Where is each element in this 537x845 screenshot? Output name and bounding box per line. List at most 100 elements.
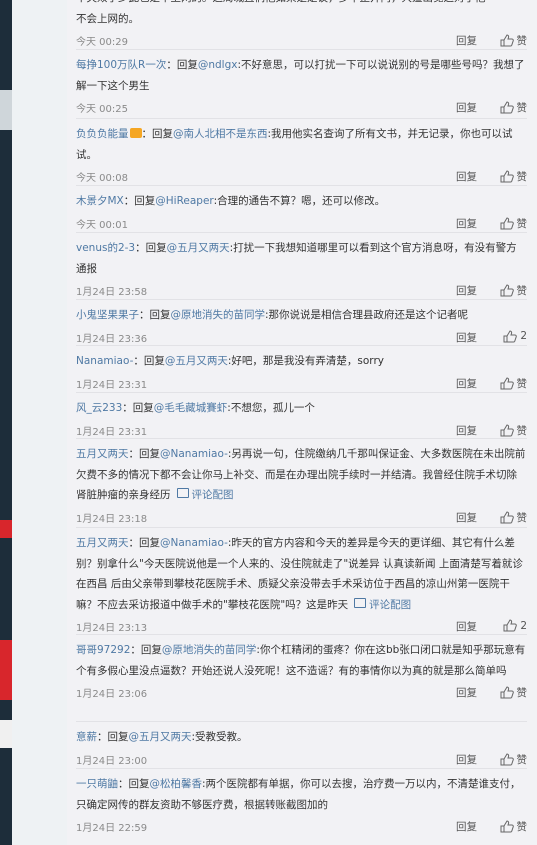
like-count: 赞: [516, 285, 528, 297]
comment-text: :好吧，那是我没有弄清楚，sorry: [227, 355, 384, 367]
reply-button[interactable]: 回复: [456, 510, 477, 525]
comment-body: venus的2-3：回复@五月又两天:打扰一下我想知道哪里可以看到这个官方消息呀…: [76, 242, 517, 275]
comment-divider: [76, 768, 527, 769]
comment-body: 每挣100万队R一次：回复@ndlgx:不好意思，可以打扰一下可以说说别的号是哪…: [76, 59, 525, 92]
comment-text: :不想您，孤儿一个: [227, 402, 315, 414]
comment-username[interactable]: 风_云233: [76, 402, 122, 414]
like-count: 2: [520, 619, 527, 632]
comment-divider: [76, 438, 527, 439]
comment-body: 五月又两天：回复@Nanamiao-:昨天的官方内容和今天的差异是今天的更详细、…: [76, 537, 523, 611]
comment-username[interactable]: 负负负能量: [76, 128, 129, 140]
comment-username[interactable]: Nanamiao-: [76, 355, 133, 367]
like-button[interactable]: 赞: [500, 169, 528, 184]
comment-body: 负负负能量 ：回复@南人北相不是东西:我用他实名查询了所有文书，并无记录，你也可以…: [76, 128, 513, 161]
image-icon: [176, 488, 189, 498]
reply-button[interactable]: 回复: [456, 33, 477, 48]
reply-button[interactable]: 回复: [456, 423, 477, 438]
comment-pic-link[interactable]: 评论配图: [176, 488, 234, 501]
comment-item: 风_云233：回复@毛毛藏城賽虾:不想您，孤儿一个 1月24日 23:31 回复…: [67, 398, 537, 439]
comment-item: 五月又两天：回复@Nanamiao-:另再说一句，住院缴纳几千那叫保证金、大多数…: [67, 444, 537, 526]
comment-mention[interactable]: @松柏馨香: [150, 778, 203, 790]
left-background: [0, 0, 67, 845]
comment-divider: [76, 392, 527, 393]
like-button[interactable]: 赞: [500, 423, 527, 438]
comment-body: 一只萌鼬：回复@松柏馨香:两个医院都有单据，你可以去搜，治疗费一万以内，不清楚谁…: [76, 778, 521, 811]
like-button[interactable]: 赞: [500, 216, 528, 231]
like-count: 赞: [516, 217, 528, 230]
thumbs-up-icon: [500, 423, 514, 436]
comment-item: 一只萌鼬：回复@松柏馨香:两个医院都有单据，你可以去搜，治疗费一万以内，不清楚谁…: [67, 774, 537, 835]
like-button[interactable]: 赞: [500, 100, 528, 115]
thumbs-up-icon: [500, 510, 514, 523]
comment-time: 1月24日 23:18: [76, 513, 148, 525]
comment-mention[interactable]: @Nanamiao-: [160, 537, 228, 549]
like-button[interactable]: 赞: [500, 510, 527, 525]
comment-item: 五月又两天：回复@Nanamiao-:昨天的官方内容和今天的差异是今天的更详细、…: [67, 533, 537, 635]
comment-username[interactable]: 哥哥97292: [76, 644, 130, 656]
comment-username[interactable]: 五月又两天: [76, 537, 129, 549]
comment-mention[interactable]: @原地消失的苗同学: [162, 644, 257, 656]
comment-divider: [76, 721, 527, 722]
comment-time: 今天 00:29: [76, 37, 128, 48]
comment-username[interactable]: 小鬼坚果果子: [76, 309, 139, 321]
comment-mention[interactable]: @毛毛藏城賽虾: [154, 402, 228, 414]
reply-button[interactable]: 回复: [456, 216, 477, 231]
comment-pic-link[interactable]: 评论配图: [354, 597, 411, 611]
reply-button[interactable]: 回复: [456, 819, 477, 834]
comment-item: 小鬼坚果果子：回复@原地消失的苗同学:那你说说是相信合理县政府还是这个记者呢 1…: [67, 305, 537, 346]
reply-button[interactable]: 回复: [456, 685, 477, 700]
comment-item: Nanamiao-：回复@五月又两天:好吧，那是我没有弄清楚，sorry 1月2…: [67, 351, 537, 392]
like-count: 赞: [516, 753, 528, 766]
comment-time: 1月24日 23:00: [76, 755, 148, 767]
comment-username[interactable]: venus的2-3: [76, 242, 135, 254]
comment-text: 不会上网的。: [76, 12, 139, 25]
reply-button[interactable]: 回复: [456, 169, 477, 184]
thumbs-up-icon: [503, 619, 518, 632]
comment-time: 1月24日 23:13: [76, 623, 148, 634]
comment-username[interactable]: 每挣100万队R一次: [76, 59, 166, 71]
reply-button[interactable]: 回复: [456, 330, 477, 345]
comment-time: 今天 00:08: [76, 173, 128, 184]
comment-mention[interactable]: @ndlgx: [198, 59, 238, 71]
comment-username[interactable]: 五月又两天: [76, 448, 129, 460]
comment-item: 木景夕MX：回复@HiReaper:合理的通告不算？嗯，还可以修改。 今天 00…: [67, 191, 537, 232]
like-button[interactable]: 2: [503, 619, 527, 632]
like-count: 赞: [516, 102, 528, 114]
comment-username[interactable]: 一只萌鼬: [76, 778, 118, 790]
comment-item: venus的2-3：回复@五月又两天:打扰一下我想知道哪里可以看到这个官方消息呀…: [67, 238, 537, 299]
thumbs-up-icon: [500, 284, 514, 297]
thumbs-up-icon: [503, 329, 518, 342]
comment-username[interactable]: 意薪: [76, 731, 97, 743]
comment-time: 1月24日 23:31: [76, 379, 148, 391]
comment-username[interactable]: 木景夕MX: [76, 195, 124, 207]
comment-time: 1月24日 23:58: [76, 287, 148, 298]
like-button[interactable]: 赞: [500, 685, 528, 700]
reply-button[interactable]: 回复: [456, 376, 477, 391]
like-button[interactable]: 赞: [500, 33, 527, 48]
like-button[interactable]: 赞: [500, 752, 528, 767]
comment-body: 意薪：回复@五月又两天:受教受教。: [76, 731, 248, 743]
comment-mention[interactable]: @南人北相不是东西: [173, 128, 268, 140]
comment-mention[interactable]: @HiReaper: [155, 195, 213, 207]
like-button[interactable]: 赞: [500, 376, 527, 391]
like-button[interactable]: 赞: [500, 283, 528, 298]
comment-mention[interactable]: @五月又两天: [167, 242, 230, 254]
like-count: 赞: [516, 687, 528, 699]
comment-item: 负负负能量 ：回复@南人北相不是东西:我用他实名查询了所有文书，并无记录，你也可以…: [67, 124, 537, 185]
reply-button[interactable]: 回复: [456, 283, 477, 298]
reply-button[interactable]: 回复: [456, 752, 477, 767]
reply-button[interactable]: 回复: [456, 100, 477, 115]
like-button[interactable]: 2: [503, 329, 527, 343]
like-count: 赞: [516, 171, 528, 183]
thumbs-up-icon: [500, 820, 514, 833]
comment-mention[interactable]: @五月又两天: [129, 731, 192, 743]
reply-button[interactable]: 回复: [456, 619, 477, 634]
thumbs-up-icon: [500, 101, 514, 114]
like-button[interactable]: 赞: [500, 819, 527, 834]
comment-mention[interactable]: @五月又两天: [165, 355, 228, 367]
comment-time: 1月24日 23:36: [76, 333, 148, 345]
comment-mention[interactable]: @Nanamiao-: [160, 448, 228, 460]
comment-divider: [76, 345, 527, 346]
comment-divider: [76, 299, 527, 300]
comment-mention[interactable]: @原地消失的苗同学: [171, 309, 266, 321]
